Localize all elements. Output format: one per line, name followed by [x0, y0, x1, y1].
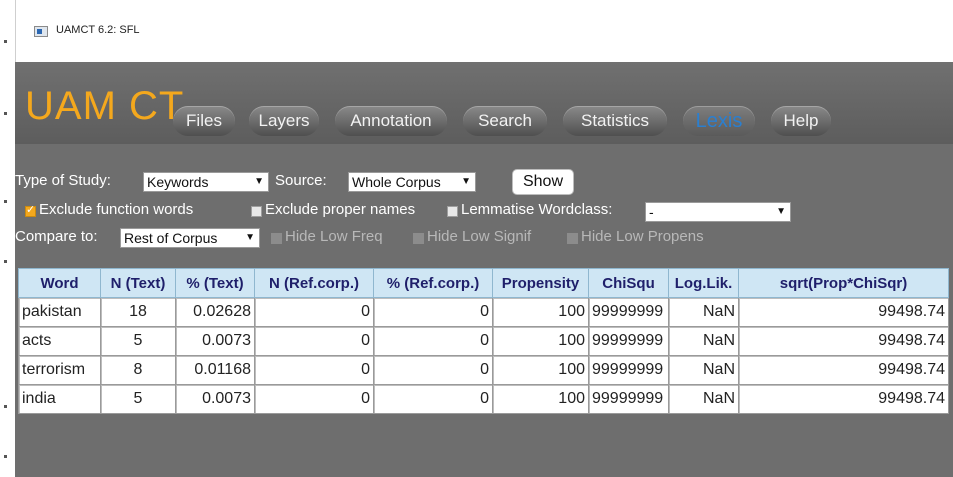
table-cell: 5	[100, 384, 176, 414]
compare-to-label: Compare to:	[15, 228, 98, 245]
table-cell: 100	[492, 297, 589, 327]
table-cell: 0.0073	[175, 384, 255, 414]
table-cell: 0	[373, 297, 493, 327]
column-header[interactable]: N (Ref.corp.)	[254, 268, 374, 298]
table-cell: 18	[100, 297, 176, 327]
table-cell: 0.01168	[175, 355, 255, 385]
column-header[interactable]: Propensity	[492, 268, 589, 298]
type-of-study-value: Keywords	[147, 174, 209, 190]
column-header[interactable]: N (Text)	[100, 268, 176, 298]
table-cell: 0.0073	[175, 326, 255, 356]
table-cell: 99999999	[588, 326, 669, 356]
compare-to-value: Rest of Corpus	[124, 230, 218, 246]
lemmatise-wordclass-checkbox[interactable]	[447, 206, 458, 217]
menu-help[interactable]: Help	[771, 106, 831, 136]
menu-files[interactable]: Files	[173, 106, 235, 136]
table-cell: 0	[373, 355, 493, 385]
column-header[interactable]: Word	[18, 268, 101, 298]
dropdown-arrow-icon: ▼	[461, 176, 471, 187]
table-cell: 5	[100, 326, 176, 356]
column-header[interactable]: % (Ref.corp.)	[373, 268, 493, 298]
source-label: Source:	[275, 172, 327, 189]
column-header[interactable]: % (Text)	[175, 268, 255, 298]
table-header-row: Word N (Text) % (Text) N (Ref.corp.) % (…	[18, 268, 949, 298]
window-title: UAMCT 6.2: SFL	[56, 24, 140, 36]
app-area: UAM CT Files Layers Annotation Search St…	[15, 62, 953, 477]
table-cell: acts	[18, 326, 101, 356]
menu-lexis[interactable]: Lexis	[683, 106, 755, 136]
table-cell: NaN	[668, 297, 739, 327]
table-cell: 0	[254, 297, 374, 327]
table-cell: NaN	[668, 355, 739, 385]
table-cell: india	[18, 384, 101, 414]
lexis-controls: Type of Study: Keywords ▼ Source: Whole …	[15, 144, 953, 264]
table-cell: 100	[492, 355, 589, 385]
menu-layers[interactable]: Layers	[249, 106, 319, 136]
table-cell: 0	[373, 384, 493, 414]
table-cell: 0	[373, 326, 493, 356]
lemmatise-wordclass-label: Lemmatise Wordclass:	[461, 201, 613, 218]
dropdown-arrow-icon: ▼	[776, 206, 786, 217]
hide-low-signif-checkbox[interactable]	[413, 233, 424, 244]
hide-low-signif-label: Hide Low Signif	[427, 228, 532, 245]
type-of-study-label: Type of Study:	[15, 172, 111, 189]
left-window-edge	[0, 0, 15, 477]
menu-search[interactable]: Search	[463, 106, 547, 136]
table-row[interactable]: terrorism 8 0.01168 0 0 100 99999999 NaN…	[18, 355, 949, 385]
app-logo: UAM CT	[25, 84, 185, 128]
table-cell: 99999999	[588, 355, 669, 385]
dropdown-arrow-icon: ▼	[245, 232, 255, 243]
menu-bar: UAM CT Files Layers Annotation Search St…	[15, 62, 953, 144]
table-cell: terrorism	[18, 355, 101, 385]
column-header[interactable]: sqrt(Prop*ChiSqr)	[738, 268, 949, 298]
table-cell: 99498.74	[738, 326, 949, 356]
table-row[interactable]: pakistan 18 0.02628 0 0 100 99999999 NaN…	[18, 297, 949, 327]
table-row[interactable]: acts 5 0.0073 0 0 100 99999999 NaN 99498…	[18, 326, 949, 356]
exclude-proper-names-checkbox[interactable]	[251, 206, 262, 217]
hide-low-propens-label: Hide Low Propens	[581, 228, 704, 245]
table-cell: 99999999	[588, 297, 669, 327]
dropdown-arrow-icon: ▼	[254, 176, 264, 187]
exclude-function-words-checkbox[interactable]	[25, 203, 36, 217]
source-value: Whole Corpus	[352, 174, 441, 190]
table-cell: 99498.74	[738, 384, 949, 414]
table-cell: 0.02628	[175, 297, 255, 327]
table-cell: 8	[100, 355, 176, 385]
menu-annotation[interactable]: Annotation	[335, 106, 447, 136]
table-cell: 99999999	[588, 384, 669, 414]
table-cell: 99498.74	[738, 355, 949, 385]
table-cell: 100	[492, 326, 589, 356]
column-header[interactable]: Log.Lik.	[668, 268, 739, 298]
hide-low-freq-label: Hide Low Freq	[285, 228, 383, 245]
table-cell: 99498.74	[738, 297, 949, 327]
hide-low-propens-checkbox[interactable]	[567, 233, 578, 244]
exclude-proper-names-label: Exclude proper names	[265, 201, 416, 218]
table-cell: 0	[254, 355, 374, 385]
show-button[interactable]: Show	[512, 169, 574, 195]
menu-statistics[interactable]: Statistics	[563, 106, 667, 136]
table-cell: 0	[254, 326, 374, 356]
table-cell: 0	[254, 384, 374, 414]
lemmatise-wordclass-select[interactable]: - ▼	[645, 202, 791, 222]
table-row[interactable]: india 5 0.0073 0 0 100 99999999 NaN 9949…	[18, 384, 949, 414]
table-cell: 100	[492, 384, 589, 414]
lemmatise-wordclass-value: -	[649, 204, 654, 220]
title-bar: UAMCT 6.2: SFL	[15, 0, 953, 62]
hide-low-freq-checkbox[interactable]	[271, 233, 282, 244]
table-cell: NaN	[668, 326, 739, 356]
table-cell: NaN	[668, 384, 739, 414]
table-cell: pakistan	[18, 297, 101, 327]
type-of-study-select[interactable]: Keywords ▼	[143, 172, 269, 192]
exclude-function-words-label: Exclude function words	[39, 201, 194, 218]
column-header[interactable]: ChiSqu	[588, 268, 669, 298]
app-window-icon	[34, 26, 48, 37]
keywords-table: Word N (Text) % (Text) N (Ref.corp.) % (…	[18, 268, 949, 414]
compare-to-select[interactable]: Rest of Corpus ▼	[120, 228, 260, 248]
source-select[interactable]: Whole Corpus ▼	[348, 172, 476, 192]
